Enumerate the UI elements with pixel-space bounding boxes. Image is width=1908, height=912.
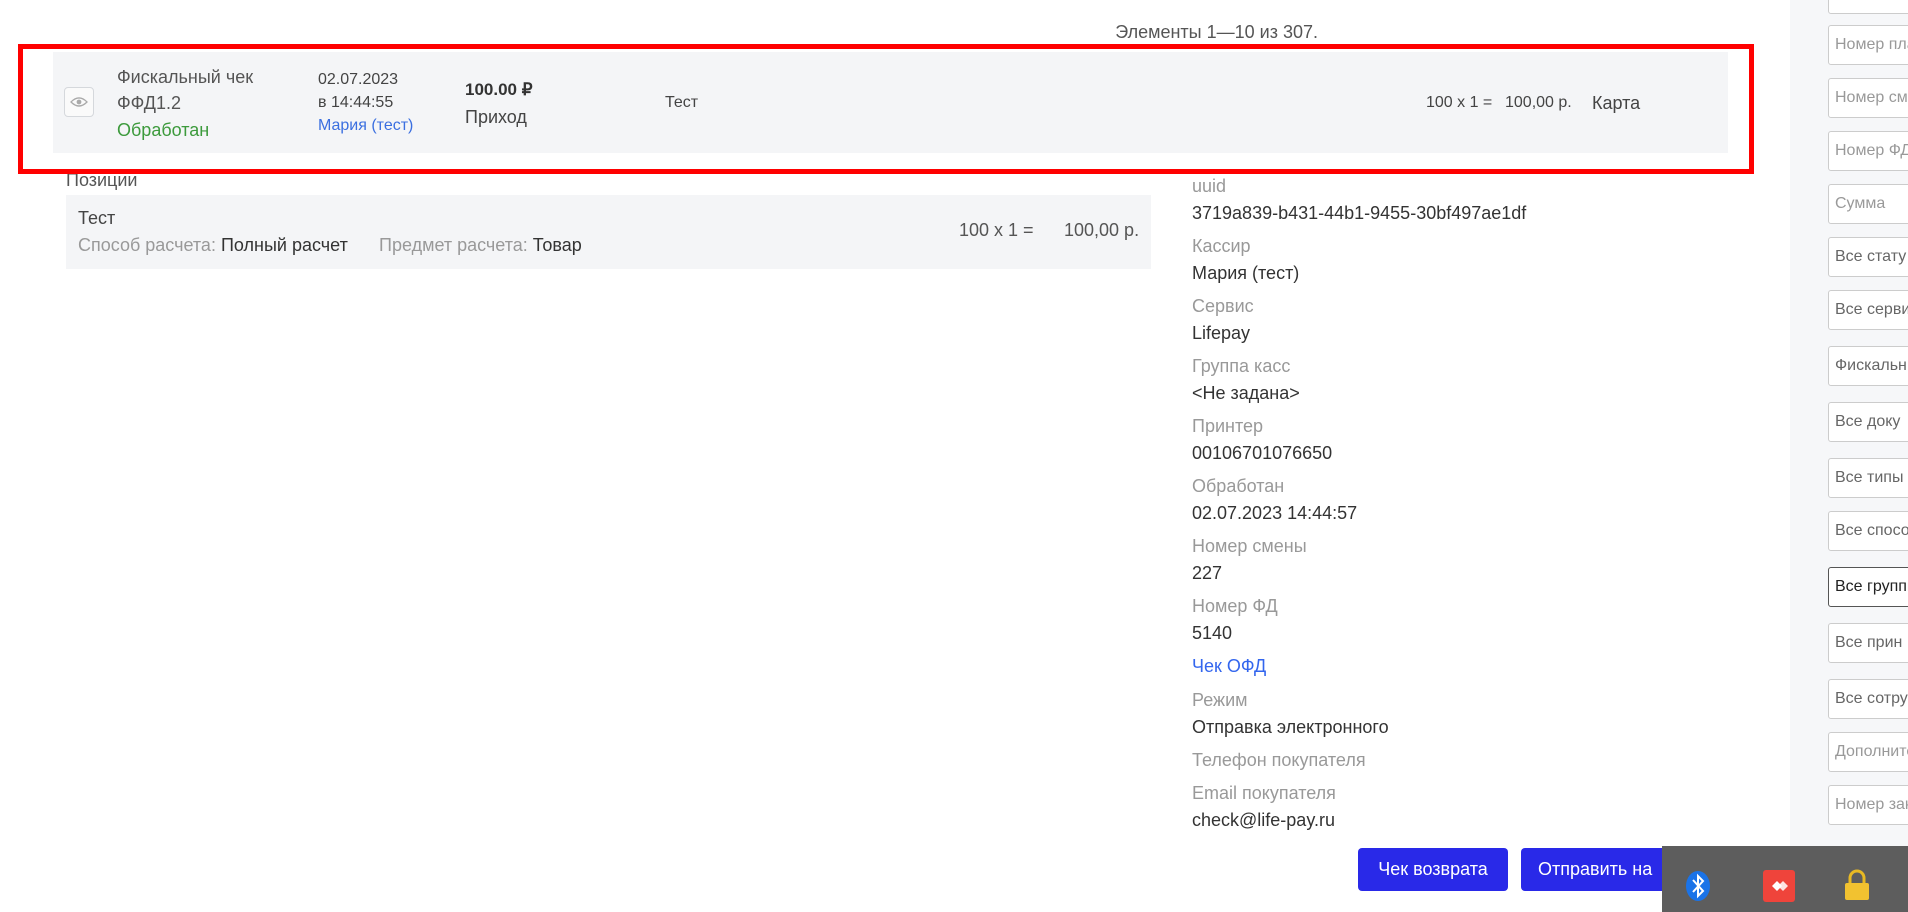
- highlight-frame: [18, 44, 1754, 174]
- send-button[interactable]: Отправить на: [1521, 848, 1681, 891]
- payment-subject-label: Предмет расчета:: [379, 235, 528, 255]
- printer-value: 00106701076650: [1192, 443, 1333, 463]
- email-value: check@life-pay.ru: [1192, 810, 1335, 830]
- doc-type-filter[interactable]: Все доку: [1828, 402, 1908, 442]
- position-name: Тест: [78, 208, 116, 228]
- pagination-summary: Элементы 1—10 из 307.: [1115, 22, 1318, 42]
- order-number-filter[interactable]: Номер зак: [1828, 785, 1908, 825]
- amount-filter[interactable]: Сумма: [1828, 184, 1908, 224]
- uuid-label: uuid: [1192, 176, 1227, 196]
- payment-subject: Предмет расчета: Товар: [379, 235, 582, 256]
- employee-filter[interactable]: Все сотру: [1828, 679, 1908, 719]
- mode-value: Отправка электронного: [1192, 717, 1389, 737]
- shift-value: 227: [1192, 563, 1223, 583]
- group-label: Группа касс: [1192, 356, 1291, 376]
- payment-method-value: Полный расчет: [220, 235, 348, 255]
- mode-label: Режим: [1192, 690, 1248, 710]
- ofd-receipt-link[interactable]: Чек ОФД: [1192, 656, 1266, 677]
- payment-number-filter[interactable]: Номер пла: [1828, 25, 1908, 65]
- extra-filter[interactable]: Дополните: [1828, 732, 1908, 772]
- shift-label: Номер смены: [1192, 536, 1307, 556]
- service-filter[interactable]: Все серви: [1828, 290, 1908, 330]
- service-label: Сервис: [1192, 296, 1254, 316]
- fd-number-filter[interactable]: Номер ФД: [1828, 131, 1908, 171]
- filter-top-field[interactable]: [1828, 0, 1908, 14]
- uuid-value: 3719a839-b431-44b1-9455-30bf497ae1df: [1192, 203, 1527, 223]
- printer-filter[interactable]: Все прин: [1828, 623, 1908, 663]
- fd-value: 5140: [1192, 623, 1233, 643]
- email-label: Email покупателя: [1192, 783, 1336, 803]
- payment-method: Способ расчета: Полный расчет: [78, 235, 348, 256]
- group-value: <Не задана>: [1192, 383, 1300, 403]
- payment-method-label: Способ расчета:: [78, 235, 216, 255]
- cashier-label: Кассир: [1192, 236, 1251, 256]
- position-total: 100,00 р.: [1064, 220, 1140, 240]
- register-group-filter[interactable]: Все группы: [1828, 567, 1908, 607]
- service-value: Lifepay: [1192, 323, 1251, 343]
- anydesk-icon[interactable]: [1763, 870, 1795, 907]
- bluetooth-icon[interactable]: [1685, 870, 1711, 907]
- cashier-value: Мария (тест): [1192, 263, 1300, 283]
- fd-label: Номер ФД: [1192, 596, 1278, 616]
- system-tray: [1662, 846, 1908, 912]
- printer-label: Принтер: [1192, 416, 1264, 436]
- fiscal-filter[interactable]: Фискальн: [1828, 346, 1908, 386]
- position-qty-calc: 100 x 1 =: [959, 220, 1034, 240]
- status-filter[interactable]: Все стату: [1828, 237, 1908, 277]
- payment-subject-value: Товар: [532, 235, 582, 255]
- refund-receipt-button[interactable]: Чек возврата: [1358, 848, 1508, 891]
- operation-type-filter[interactable]: Все типы: [1828, 458, 1908, 498]
- phone-label: Телефон покупателя: [1192, 750, 1366, 770]
- processed-value: 02.07.2023 14:44:57: [1192, 503, 1358, 523]
- processed-label: Обработан: [1192, 476, 1285, 496]
- payment-method-filter[interactable]: Все спосо: [1828, 511, 1908, 551]
- shift-number-filter[interactable]: Номер сме: [1828, 78, 1908, 118]
- lock-icon[interactable]: [1842, 868, 1872, 907]
